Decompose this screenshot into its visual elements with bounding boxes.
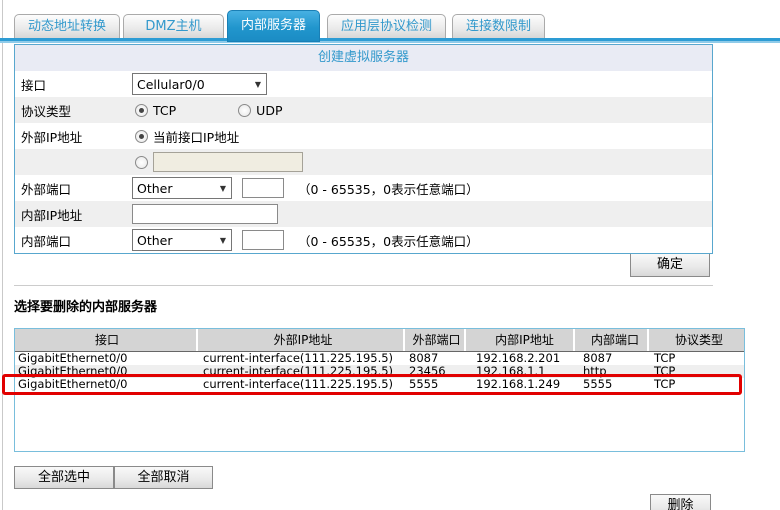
tab-dynamic-nat[interactable]: 动态地址转换 (14, 14, 120, 40)
cell-external-ip: current-interface(111.225.195.5) (203, 365, 394, 378)
protocol-tcp-label: TCP (153, 102, 177, 118)
deselect-all-button[interactable]: 全部取消 (114, 466, 213, 489)
protocol-udp-radio[interactable] (238, 103, 252, 117)
internal-ip-input[interactable] (132, 204, 278, 224)
internal-servers-table: 接口 外部IP地址 外部端口 内部IP地址 内部端口 协议类型 GigabitE… (14, 328, 745, 452)
table-header-row: 接口 外部IP地址 外部端口 内部IP地址 内部端口 协议类型 (15, 329, 744, 352)
internal-port-input[interactable] (242, 230, 284, 250)
cell-external-port: 8087 (409, 352, 439, 365)
external-ip-label: 外部IP地址 (21, 129, 83, 145)
tab-dmz-host[interactable]: DMZ主机 (123, 14, 224, 40)
col-header-external-ip: 外部IP地址 (198, 329, 405, 351)
section-divider (14, 285, 713, 286)
cell-protocol: TCP (654, 365, 676, 378)
cell-external-ip: current-interface(111.225.195.5) (203, 378, 394, 391)
cell-internal-port: 5555 (583, 378, 613, 391)
external-port-input[interactable] (242, 178, 284, 198)
external-ip-current-radio[interactable] (135, 129, 148, 143)
form-row-external-ip-custom (15, 149, 712, 175)
protocol-tcp-radio[interactable] (135, 103, 148, 117)
delete-section-title: 选择要删除的内部服务器 (14, 300, 158, 315)
internal-port-hint: （0 - 65535，0表示任意端口） (298, 233, 479, 249)
table-row[interactable]: GigabitEthernet0/0 current-interface(111… (15, 365, 744, 378)
protocol-label: 协议类型 (21, 103, 72, 119)
form-row-internal-port: 内部端口 Other ▼ （0 - 65535，0表示任意端口） (15, 227, 712, 253)
tab-internal-server[interactable]: 内部服务器 (227, 10, 320, 42)
cell-internal-port: 8087 (583, 352, 613, 365)
internal-port-label: 内部端口 (21, 233, 72, 249)
col-header-interface: 接口 (15, 329, 198, 351)
internal-ip-label: 内部IP地址 (21, 207, 83, 223)
cell-internal-port: http (583, 365, 607, 378)
cell-interface: GigabitEthernet0/0 (18, 365, 128, 378)
external-ip-current-label: 当前接口IP地址 (153, 129, 240, 145)
ok-button[interactable]: 确定 (630, 253, 710, 277)
cell-interface: GigabitEthernet0/0 (18, 378, 128, 391)
table-row[interactable]: GigabitEthernet0/0 current-interface(111… (15, 352, 744, 365)
cell-protocol: TCP (654, 378, 676, 391)
tab-accent-bar (0, 38, 780, 43)
cell-protocol: TCP (654, 352, 676, 365)
form-row-interface: 接口 Cellular0/0 ▼ (15, 71, 712, 97)
chevron-down-icon: ▼ (219, 235, 226, 245)
internal-port-select-value: Other (137, 232, 173, 248)
cell-external-port: 5555 (409, 378, 439, 391)
tab-connection-limit[interactable]: 连接数限制 (452, 14, 545, 40)
table-row-highlighted[interactable]: GigabitEthernet0/0 current-interface(111… (15, 378, 744, 391)
chevron-down-icon: ▼ (254, 79, 261, 89)
external-ip-custom-input[interactable] (153, 152, 303, 172)
delete-button[interactable]: 删除 (650, 494, 711, 510)
external-port-select-value: Other (137, 180, 173, 196)
external-port-select[interactable]: Other ▼ (132, 177, 232, 199)
form-row-external-ip: 外部IP地址 当前接口IP地址 (15, 123, 712, 149)
form-row-external-port: 外部端口 Other ▼ （0 - 65535，0表示任意端口） (15, 175, 712, 201)
form-row-internal-ip: 内部IP地址 (15, 201, 712, 227)
interface-label: 接口 (21, 77, 47, 93)
interface-select[interactable]: Cellular0/0 ▼ (132, 73, 267, 95)
col-header-internal-ip: 内部IP地址 (466, 329, 575, 351)
protocol-udp-label: UDP (256, 102, 283, 118)
cell-interface: GigabitEthernet0/0 (18, 352, 128, 365)
external-ip-custom-radio[interactable] (135, 155, 148, 169)
tab-alg-detection[interactable]: 应用层协议检测 (327, 14, 446, 40)
cell-internal-ip: 192.168.1.1 (476, 365, 546, 378)
external-port-label: 外部端口 (21, 181, 72, 197)
interface-select-value: Cellular0/0 (137, 76, 205, 92)
cell-external-ip: current-interface(111.225.195.5) (203, 352, 394, 365)
col-header-internal-port: 内部端口 (575, 329, 649, 351)
cell-internal-ip: 192.168.2.201 (476, 352, 561, 365)
form-title: 创建虚拟服务器 (15, 45, 712, 71)
select-all-button[interactable]: 全部选中 (14, 466, 114, 489)
col-header-external-port: 外部端口 (405, 329, 466, 351)
col-header-protocol: 协议类型 (674, 333, 723, 347)
create-virtual-server-form: 创建虚拟服务器 接口 Cellular0/0 ▼ 协议类型 TCP UDP 外部… (14, 44, 713, 254)
external-port-hint: （0 - 65535，0表示任意端口） (298, 181, 479, 197)
cell-external-port: 23456 (409, 365, 446, 378)
chevron-down-icon: ▼ (219, 183, 226, 193)
internal-port-select[interactable]: Other ▼ (132, 229, 232, 251)
page-frame-divider (2, 0, 3, 510)
cell-internal-ip: 192.168.1.249 (476, 378, 561, 391)
form-row-protocol: 协议类型 TCP UDP (15, 97, 712, 123)
